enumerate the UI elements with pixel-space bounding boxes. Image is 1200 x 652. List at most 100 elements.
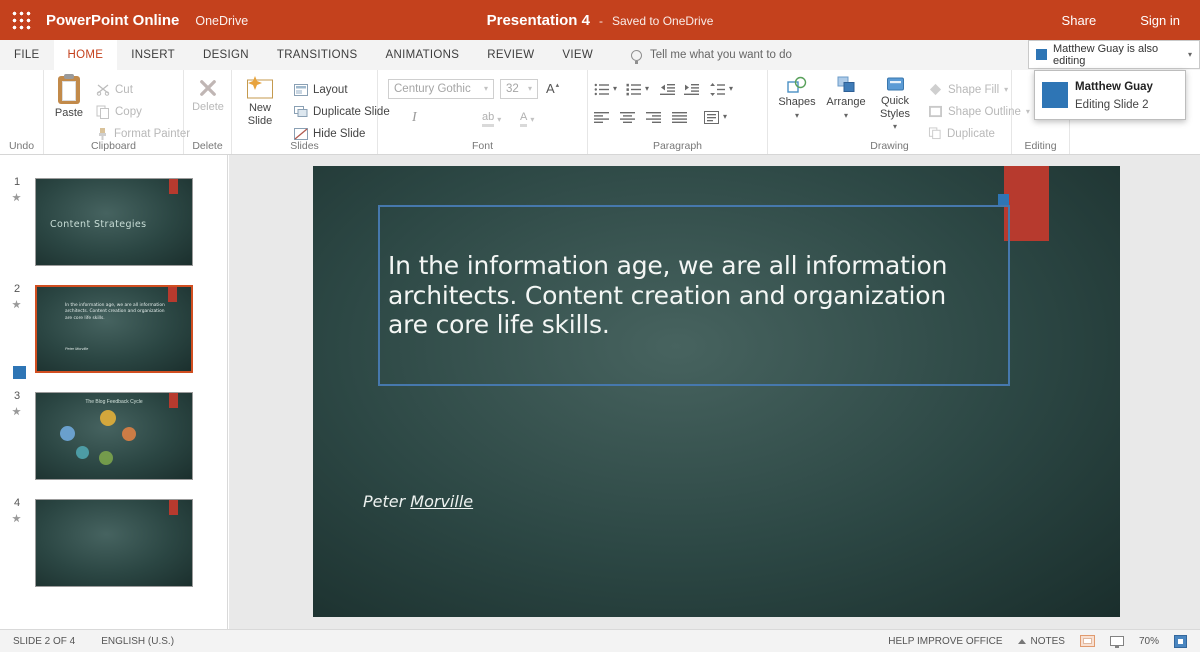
hide-slide-icon — [294, 127, 308, 140]
normal-view-icon[interactable] — [1079, 635, 1095, 647]
slides-group: New Slide Layout Duplicate Slide Hide Sl… — [232, 70, 390, 154]
slide-1-thumbnail[interactable]: Content Strategies — [35, 178, 193, 266]
delete-group-label: Delete — [192, 140, 223, 152]
app-launcher-icon[interactable] — [0, 0, 42, 40]
transition-star-icon[interactable] — [12, 514, 21, 523]
align-left-button[interactable] — [594, 107, 610, 127]
onedrive-link[interactable]: OneDrive — [195, 14, 248, 28]
editing-canvas: In the information age, we are all infor… — [229, 155, 1200, 629]
author-last: Morville — [410, 492, 474, 511]
line-spacing-button[interactable]: ▾ — [710, 79, 733, 99]
zoom-level[interactable]: 70% — [1139, 636, 1159, 647]
delete-label: Delete — [192, 101, 224, 113]
chevron-down-icon: ▾ — [723, 112, 728, 121]
tell-me-box[interactable]: Tell me what you want to do — [630, 40, 792, 70]
paste-button[interactable]: Paste — [48, 74, 90, 120]
shape-fill-button[interactable]: Shape Fill ▾ — [928, 80, 1008, 99]
quote-line-1: In the information age, we are all infor… — [388, 251, 948, 281]
duplicate-slide-button[interactable]: Duplicate Slide — [294, 102, 390, 121]
shapes-button[interactable]: Shapes ▾ — [774, 76, 820, 120]
quote-textbox[interactable]: In the information age, we are all infor… — [378, 194, 1010, 386]
layout-button[interactable]: Layout — [294, 80, 348, 99]
align-center-button[interactable] — [620, 107, 636, 127]
tab-home[interactable]: HOME — [53, 40, 118, 70]
shape-fill-label: Shape Fill — [948, 83, 1000, 96]
grow-font-button[interactable]: A ▴ — [546, 81, 559, 96]
slide-4-number: 4 — [14, 497, 21, 509]
chevron-down-icon: ▾ — [645, 84, 650, 93]
cut-label: Cut — [115, 83, 133, 96]
new-slide-button[interactable]: New Slide — [238, 76, 282, 127]
quote-line-2: architects. Content creation and organiz… — [388, 280, 947, 310]
delete-button[interactable]: Delete — [188, 78, 228, 114]
fit-to-window-icon[interactable] — [1174, 634, 1187, 648]
presence-popup[interactable]: Matthew Guay Editing Slide 2 — [1034, 70, 1186, 120]
increase-indent-button[interactable] — [684, 79, 700, 99]
numbering-button[interactable]: ▾ — [626, 79, 649, 99]
new-slide-icon — [246, 76, 274, 99]
waffle-grid-icon — [11, 10, 31, 30]
notes-label: NOTES — [1030, 635, 1065, 647]
arrange-icon — [837, 76, 856, 93]
decrease-indent-button[interactable] — [660, 79, 676, 99]
tab-transitions[interactable]: TRANSITIONS — [263, 40, 372, 70]
slide-3-thumbnail[interactable]: The Blog Feedback Cycle — [35, 392, 193, 480]
author-textbox[interactable]: Peter Morville — [363, 492, 473, 511]
tab-review[interactable]: REVIEW — [473, 40, 548, 70]
drawing-group: Shapes ▾ Arrange ▾ Quick Styles ▾ Shape … — [768, 70, 1030, 154]
slide-3-entry: 3 The Blog Feedback Cycle — [0, 388, 227, 484]
slide-4-thumbnail[interactable] — [35, 499, 193, 587]
chevron-down-icon: ▾ — [892, 122, 897, 132]
quote-text: In the information age, we are all infor… — [388, 207, 1004, 384]
top-bar-left: PowerPoint Online OneDrive — [46, 12, 248, 29]
align-right-button[interactable] — [646, 107, 662, 127]
help-improve-link[interactable]: HELP IMPROVE OFFICE — [888, 636, 1002, 647]
text-direction-button[interactable]: ▾ — [704, 107, 727, 127]
notes-toggle[interactable]: NOTES — [1017, 635, 1065, 647]
quick-styles-button[interactable]: Quick Styles ▾ — [870, 76, 920, 131]
quick-styles-label: Quick Styles — [880, 95, 910, 120]
document-title[interactable]: Presentation 4 — [487, 12, 590, 29]
slide-accent-rectangle[interactable] — [1004, 166, 1049, 241]
font-color-button[interactable]: A ▾ — [520, 112, 534, 127]
share-button[interactable]: Share — [1062, 13, 1097, 28]
slide-editing-surface[interactable]: In the information age, we are all infor… — [313, 166, 1120, 617]
chevron-down-icon: ▾ — [1004, 84, 1009, 94]
diagram-circle — [60, 426, 75, 441]
coauthor-presence-marker[interactable] — [13, 366, 26, 379]
tab-view[interactable]: VIEW — [548, 40, 607, 70]
arrange-button[interactable]: Arrange ▾ — [824, 76, 868, 120]
language-indicator[interactable]: ENGLISH (U.S.) — [101, 636, 174, 647]
highlight-color-button[interactable]: ab ▾ — [482, 112, 501, 127]
hide-slide-label: Hide Slide — [313, 127, 366, 140]
italic-button[interactable]: I — [412, 110, 417, 126]
font-name-select[interactable]: Century Gothic ▾ — [388, 79, 494, 99]
signin-button[interactable]: Sign in — [1140, 13, 1180, 28]
selection-handle[interactable] — [998, 194, 1009, 205]
undo-group-label: Undo — [8, 140, 35, 152]
format-painter-label: Format Painter — [114, 127, 191, 140]
tab-insert[interactable]: INSERT — [117, 40, 189, 70]
slides-group-label: Slides — [290, 140, 319, 152]
slideshow-view-icon[interactable] — [1109, 636, 1124, 648]
justify-button[interactable] — [672, 107, 688, 127]
tab-animations[interactable]: ANIMATIONS — [372, 40, 474, 70]
copy-button[interactable]: Copy — [96, 102, 142, 121]
font-size-select[interactable]: 32 ▾ — [500, 79, 538, 99]
shapes-label: Shapes — [778, 96, 816, 108]
font-name-value: Century Gothic — [394, 83, 471, 95]
transition-star-icon[interactable] — [12, 193, 21, 202]
diagram-circle — [99, 451, 113, 465]
transition-star-icon[interactable] — [12, 407, 21, 416]
presence-indicator[interactable]: Matthew Guay is also editing ▾ — [1028, 40, 1200, 69]
slide-2-thumbnail[interactable]: In the information age, we are all infor… — [35, 285, 193, 373]
chevron-down-icon: ▾ — [497, 114, 502, 124]
author-first: Peter — [363, 492, 411, 511]
tab-file[interactable]: FILE — [0, 40, 54, 70]
font-color-icon: A — [520, 112, 528, 127]
transition-star-icon[interactable] — [12, 300, 21, 309]
bullets-button[interactable]: ▾ — [594, 79, 617, 99]
format-painter-icon — [96, 127, 109, 141]
tab-design[interactable]: DESIGN — [189, 40, 263, 70]
cut-button[interactable]: Cut — [96, 80, 133, 99]
